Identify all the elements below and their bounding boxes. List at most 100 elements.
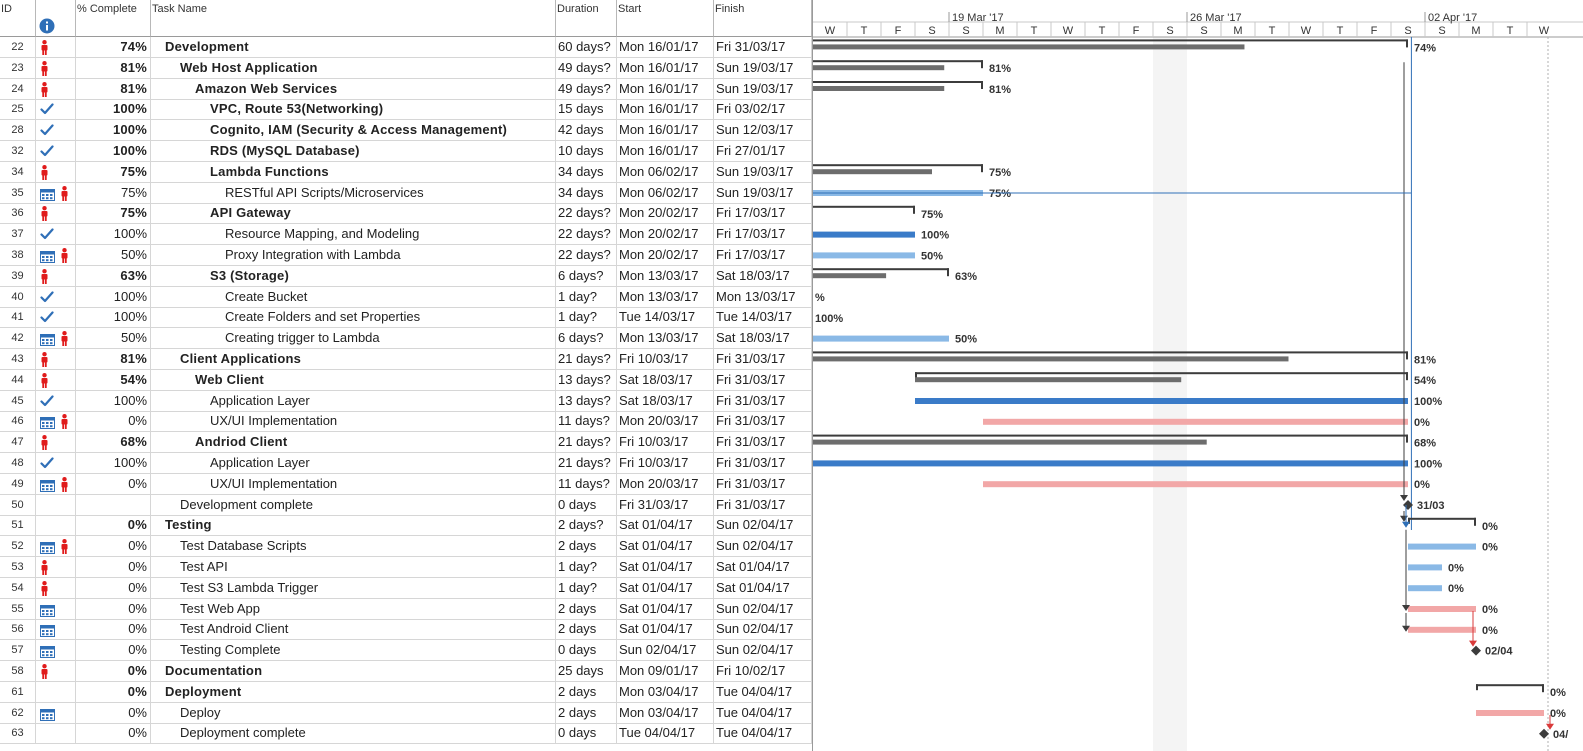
table-row[interactable]: 56 0% Test Android Client 2 days Sat 01/04/1…	[0, 619, 812, 641]
row-task-name[interactable]: Documentation	[151, 661, 556, 681]
task-bar[interactable]	[915, 398, 1408, 404]
row-duration[interactable]: 1 day?	[556, 307, 617, 328]
row-indicators[interactable]	[36, 161, 76, 182]
row-id[interactable]: 53	[0, 557, 36, 577]
row-start[interactable]: Mon 13/03/17	[617, 328, 714, 349]
row-finish[interactable]: Sun 19/03/17	[714, 182, 812, 203]
row-percent-complete[interactable]: 0%	[76, 619, 151, 640]
row-duration[interactable]: 25 days	[556, 661, 617, 681]
row-start[interactable]: Mon 13/03/17	[617, 286, 714, 307]
row-finish[interactable]: Fri 31/03/17	[714, 349, 812, 369]
row-id[interactable]: 39	[0, 265, 36, 286]
row-indicators[interactable]	[36, 349, 76, 369]
row-id[interactable]: 37	[0, 224, 36, 245]
row-duration[interactable]: 21 days?	[556, 453, 617, 473]
row-id[interactable]: 63	[0, 723, 36, 744]
row-duration[interactable]: 11 days?	[556, 411, 617, 432]
summary-bar-top[interactable]	[813, 60, 983, 63]
row-indicators[interactable]	[36, 37, 76, 57]
row-indicators[interactable]	[36, 515, 76, 536]
row-id[interactable]: 25	[0, 99, 36, 120]
row-indicators[interactable]	[36, 619, 76, 640]
row-start[interactable]: Sun 02/04/17	[617, 640, 714, 661]
row-finish[interactable]: Sun 02/04/17	[714, 640, 812, 661]
row-task-name[interactable]: VPC, Route 53(Networking)	[151, 99, 556, 120]
table-row[interactable]: 43 81% Client Applications 21 days? Fri 10/0…	[0, 349, 812, 370]
row-finish[interactable]: Tue 14/03/17	[714, 307, 812, 328]
summary-bar-top[interactable]	[813, 268, 949, 271]
row-duration[interactable]: 10 days	[556, 141, 617, 161]
row-finish[interactable]: Sun 19/03/17	[714, 161, 812, 182]
summary-bar-top[interactable]	[813, 434, 1408, 437]
row-finish[interactable]: Fri 31/03/17	[714, 473, 812, 494]
table-row[interactable]: 44 54% Web Client 13 days? Sat 18/03/17 Fri 3…	[0, 369, 812, 391]
row-id[interactable]: 35	[0, 182, 36, 203]
row-finish[interactable]: Sat 18/03/17	[714, 265, 812, 286]
table-row[interactable]: 57 0% Testing Complete 0 days Sun 02/04/17 Su…	[0, 640, 812, 662]
row-indicators[interactable]	[36, 203, 76, 224]
row-task-name[interactable]: Deployment complete	[151, 723, 556, 744]
summary-bar-top[interactable]	[1476, 684, 1544, 687]
row-id[interactable]: 50	[0, 494, 36, 515]
row-duration[interactable]: 13 days?	[556, 390, 617, 411]
row-start[interactable]: Tue 04/04/17	[617, 723, 714, 744]
table-row[interactable]: 45 100% Application Layer 13 days? Sat 18/03…	[0, 390, 812, 412]
row-task-name[interactable]: Cognito, IAM (Security & Access Manageme…	[151, 120, 556, 141]
table-row[interactable]: 61 0% Deployment 2 days Mon 03/04/17 Tue 04/0…	[0, 681, 812, 703]
row-id[interactable]: 43	[0, 349, 36, 369]
row-duration[interactable]: 0 days	[556, 494, 617, 515]
row-task-name[interactable]: Client Applications	[151, 349, 556, 369]
row-duration[interactable]: 1 day?	[556, 557, 617, 577]
row-task-name[interactable]: Web Host Application	[151, 57, 556, 78]
row-finish[interactable]: Tue 04/04/17	[714, 681, 812, 702]
row-duration[interactable]: 34 days	[556, 161, 617, 182]
table-row[interactable]: 37 100% Resource Mapping, and Modeling 22 d…	[0, 224, 812, 246]
row-finish[interactable]: Fri 03/02/17	[714, 99, 812, 120]
row-task-name[interactable]: Create Bucket	[151, 286, 556, 307]
row-id[interactable]: 22	[0, 37, 36, 57]
table-row[interactable]: 48 100% Application Layer 21 days? Fri 10/03…	[0, 453, 812, 474]
summary-bar-top[interactable]	[813, 164, 983, 167]
row-task-name[interactable]: UX/UI Implementation	[151, 473, 556, 494]
gantt-chart[interactable]: 19 Mar '17 26 Mar '17 02 Apr '17 W T F S S M T W T F…	[812, 0, 1583, 751]
row-start[interactable]: Fri 10/03/17	[617, 432, 714, 453]
column-header-start[interactable]: Start	[617, 0, 714, 37]
summary-bar-top[interactable]	[1408, 517, 1476, 520]
row-start[interactable]: Mon 13/03/17	[617, 265, 714, 286]
table-row[interactable]: 22 74% Development 60 days? Mon 16/01/17 Fri …	[0, 37, 812, 58]
row-task-name[interactable]: Test S3 Lambda Trigger	[151, 577, 556, 598]
summary-bar-top[interactable]	[813, 351, 1408, 354]
row-percent-complete[interactable]: 75%	[76, 203, 151, 224]
table-row[interactable]: 50 Development complete 0 days Fri 31/03/17…	[0, 494, 812, 516]
row-id[interactable]: 42	[0, 328, 36, 349]
row-duration[interactable]: 2 days	[556, 681, 617, 702]
row-finish[interactable]: Fri 31/03/17	[714, 411, 812, 432]
row-percent-complete[interactable]: 100%	[76, 120, 151, 141]
row-percent-complete[interactable]: 54%	[76, 369, 151, 390]
row-indicators[interactable]	[36, 245, 76, 265]
row-finish[interactable]: Fri 17/03/17	[714, 245, 812, 265]
row-start[interactable]: Sat 18/03/17	[617, 369, 714, 390]
row-duration[interactable]: 22 days?	[556, 245, 617, 265]
task-bar[interactable]	[813, 335, 949, 342]
table-row[interactable]: 51 0% Testing 2 days? Sat 01/04/17 Sun 02/04/…	[0, 515, 812, 537]
row-task-name[interactable]: Deploy	[151, 702, 556, 723]
row-start[interactable]: Mon 16/01/17	[617, 78, 714, 99]
row-finish[interactable]: Fri 31/03/17	[714, 432, 812, 453]
task-bar[interactable]	[813, 460, 1408, 467]
row-finish[interactable]: Fri 31/03/17	[714, 37, 812, 57]
row-id[interactable]: 57	[0, 640, 36, 661]
row-percent-complete[interactable]: 100%	[76, 453, 151, 473]
column-header-percent-complete[interactable]: % Complete	[76, 0, 151, 37]
row-percent-complete[interactable]: 75%	[76, 161, 151, 182]
task-bar[interactable]	[813, 231, 915, 238]
row-percent-complete[interactable]: 0%	[76, 723, 151, 744]
row-id[interactable]: 49	[0, 473, 36, 494]
row-id[interactable]: 45	[0, 390, 36, 411]
row-indicators[interactable]	[36, 286, 76, 307]
row-percent-complete[interactable]: 0%	[76, 577, 151, 598]
row-indicators[interactable]	[36, 432, 76, 453]
row-indicators[interactable]	[36, 681, 76, 702]
column-header-indicators[interactable]	[36, 0, 76, 37]
summary-bar-top[interactable]	[915, 372, 1408, 375]
